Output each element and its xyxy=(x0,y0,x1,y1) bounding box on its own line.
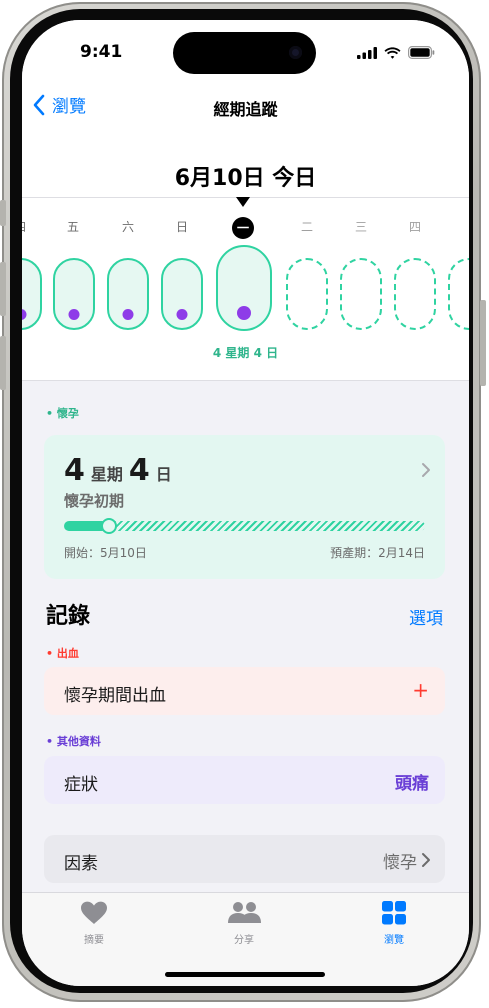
today-pointer-icon xyxy=(236,197,250,207)
day-label: 三 xyxy=(354,220,367,234)
navigation-bar: 瀏覽 經期追蹤 xyxy=(22,90,469,124)
week-caption: 4 星期 4 日 xyxy=(212,346,279,360)
log-title: 記錄 xyxy=(46,604,91,629)
period-dot xyxy=(176,309,188,320)
power-button xyxy=(480,300,486,386)
day-label: 六 xyxy=(121,220,134,234)
factors-value: 懷孕 xyxy=(383,853,417,873)
home-indicator[interactable] xyxy=(165,972,325,977)
factors-label: 因素 xyxy=(64,854,98,874)
day-label: 五 xyxy=(66,220,79,234)
bleeding-tag: • 出血 xyxy=(46,647,79,660)
days-unit: 日 xyxy=(155,465,172,484)
today-day-label[interactable]: 一 xyxy=(232,217,254,239)
chevron-right-icon xyxy=(421,459,431,483)
tab-browse[interactable]: 瀏覽 xyxy=(344,901,444,946)
day-label: 二 xyxy=(300,220,313,234)
status-icons xyxy=(357,46,435,59)
camera-icon xyxy=(289,46,302,59)
future-day-pill[interactable] xyxy=(448,258,469,330)
screen: 9:41 瀏覽 經期追蹤 6月10日 今日 四 五 六 日 一 二 xyxy=(22,20,469,986)
day-label: 四 xyxy=(408,220,421,234)
battery-icon xyxy=(408,46,435,59)
days-value: 4 xyxy=(128,453,150,488)
date-header: 6月10日 今日 xyxy=(174,166,317,191)
divider xyxy=(22,380,469,381)
period-dot xyxy=(237,306,251,320)
options-button[interactable]: 選項 xyxy=(409,604,443,629)
symptoms-value: 頭痛 xyxy=(395,774,429,794)
grid-icon xyxy=(382,901,406,925)
heart-icon xyxy=(81,901,107,924)
future-day-pill[interactable] xyxy=(286,258,328,330)
symptoms-label: 症狀 xyxy=(64,775,98,795)
page-title: 經期追蹤 xyxy=(213,100,278,119)
action-button xyxy=(0,200,6,226)
today-pill[interactable] xyxy=(216,245,272,331)
pregnancy-duration: 4 星期 4 日 xyxy=(64,453,178,488)
day-label: 日 xyxy=(175,220,188,234)
factors-row[interactable]: 因素 懷孕 xyxy=(44,835,445,883)
period-dot xyxy=(68,309,80,320)
day-pill[interactable] xyxy=(22,258,42,330)
volume-down-button xyxy=(0,336,6,390)
day-pill[interactable] xyxy=(107,258,149,330)
pregnancy-progress-bar xyxy=(64,518,425,534)
weeks-unit: 星期 xyxy=(90,465,123,484)
tab-label: 摘要 xyxy=(84,935,104,946)
tab-summary[interactable]: 摘要 xyxy=(44,901,144,946)
other-data-tag: • 其他資料 xyxy=(46,735,101,748)
weeks-value: 4 xyxy=(64,453,85,488)
period-dot xyxy=(122,309,134,320)
people-icon xyxy=(228,902,261,923)
wifi-icon xyxy=(384,46,401,59)
tab-label: 分享 xyxy=(234,935,254,946)
status-time: 9:41 xyxy=(80,42,123,62)
pregnancy-stage: 懷孕初期 xyxy=(64,492,125,510)
pregnancy-tag: • 懷孕 xyxy=(46,407,79,420)
tab-label: 瀏覽 xyxy=(384,935,404,946)
cellular-signal-icon xyxy=(357,46,377,59)
symptoms-row[interactable]: 症狀 頭痛 xyxy=(44,756,445,804)
future-day-pill[interactable] xyxy=(340,258,382,330)
day-pill[interactable] xyxy=(53,258,95,330)
bleeding-row[interactable]: 懷孕期間出血 + xyxy=(44,667,445,715)
volume-up-button xyxy=(0,262,6,316)
start-date: 開始：5月10日 xyxy=(64,546,147,560)
day-label: 四 xyxy=(22,218,40,235)
pregnancy-card[interactable]: 4 星期 4 日 懷孕初期 開始：5月10日 預產期：2月14日 xyxy=(44,435,445,579)
add-icon[interactable]: + xyxy=(412,678,429,702)
period-dot xyxy=(22,309,27,320)
progress-knob xyxy=(101,518,117,534)
dynamic-island xyxy=(173,32,316,74)
future-day-pill[interactable] xyxy=(394,258,436,330)
tab-sharing[interactable]: 分享 xyxy=(194,901,294,946)
bleeding-label: 懷孕期間出血 xyxy=(64,686,166,706)
day-pill[interactable] xyxy=(161,258,203,330)
chevron-right-icon xyxy=(422,853,430,867)
due-date: 預產期：2月14日 xyxy=(330,546,425,560)
